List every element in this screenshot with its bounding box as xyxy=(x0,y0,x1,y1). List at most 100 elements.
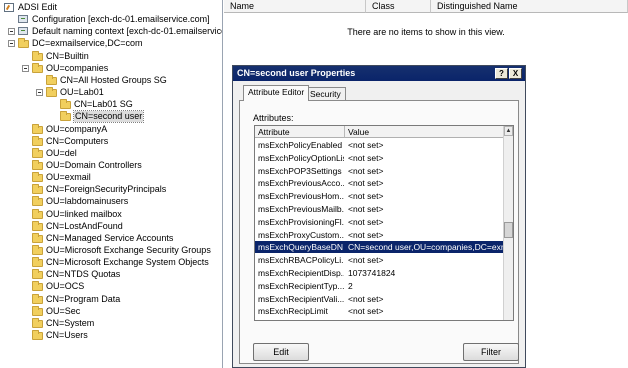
tree-item-label: OU=labdomainusers xyxy=(46,196,129,207)
tree-item-label: ADSI Edit xyxy=(18,2,58,12)
tree-item[interactable]: OU=companies xyxy=(22,62,108,74)
attribute-value: 1073741824 xyxy=(348,268,396,278)
tree-item-label: CN=NTDS Quotas xyxy=(46,269,121,280)
folder-icon xyxy=(32,245,44,255)
attribute-row[interactable]: msExchPreviousHom... <not set> xyxy=(255,190,505,202)
attribute-name: msExchPreviousMailb... xyxy=(258,204,344,214)
attribute-row[interactable]: msExchProxyCustom... <not set> xyxy=(255,229,505,241)
tree-item[interactable]: OU=labdomainusers xyxy=(32,196,128,207)
attribute-row[interactable]: msExchPolicyOptionList <not set> xyxy=(255,152,505,164)
scroll-thumb[interactable] xyxy=(504,222,513,238)
attribute-value: 2 xyxy=(348,280,353,291)
tree-item[interactable]: OU=del xyxy=(32,147,77,159)
edit-button[interactable]: Edit xyxy=(253,343,309,361)
collapse-toggle-icon[interactable] xyxy=(22,64,29,72)
tree-item[interactable]: Configuration [exch-dc-01.emailservice.c… xyxy=(18,14,210,25)
tree-item[interactable]: CN=LostAndFound xyxy=(32,220,123,232)
grid-header-value[interactable]: Value xyxy=(345,126,505,138)
tree-item[interactable]: OU=Lab01 xyxy=(36,87,104,98)
attribute-row[interactable]: msExchPOP3Settings <not set> xyxy=(255,165,505,177)
tree-item[interactable]: CN=Lab01 SG xyxy=(60,99,133,110)
tree-item[interactable]: OU=exmail xyxy=(32,172,91,183)
tree-item-label: OU=Domain Controllers xyxy=(46,159,142,170)
tree-item[interactable]: CN=Users xyxy=(32,330,88,341)
attribute-name: msExchRecipLimit xyxy=(258,306,328,317)
filter-button[interactable]: Filter xyxy=(463,343,519,361)
attribute-name: msExchPOP3Settings xyxy=(258,165,342,176)
help-button[interactable]: ? xyxy=(495,68,508,79)
attributes-grid[interactable]: Attribute Value msExchPolicyEnabled <not … xyxy=(254,125,514,321)
folder-icon xyxy=(32,269,44,280)
tree-item[interactable]: CN=System xyxy=(32,317,95,329)
tree-item[interactable]: CN=Computers xyxy=(32,135,108,147)
attributes-label: Attributes: xyxy=(253,113,294,123)
column-header-class[interactable]: Class xyxy=(366,0,431,13)
attribute-value: <not set> xyxy=(348,152,384,163)
grid-header-attribute[interactable]: Attribute xyxy=(255,126,345,138)
folder-icon xyxy=(32,147,44,158)
tree-item-label: OU=OCS xyxy=(46,281,85,292)
column-header-distinguished-name[interactable]: Distinguished Name xyxy=(431,0,628,13)
tree-item-label: Configuration [exch-dc-01.emailservice.c… xyxy=(32,14,210,25)
tree-item[interactable]: CN=second user xyxy=(60,110,145,124)
tree-item[interactable]: OU=Microsoft Exchange Security Groups xyxy=(32,245,211,256)
folder-icon xyxy=(46,87,58,98)
tree-item[interactable]: DC=exmailservice,DC=com xyxy=(8,38,143,49)
collapse-toggle-icon[interactable] xyxy=(36,89,43,97)
folder-icon xyxy=(32,257,44,268)
folder-icon xyxy=(60,111,72,122)
attribute-row[interactable]: msExchQueryBaseDN CN=second user,OU=compa… xyxy=(255,241,505,254)
tree-item[interactable]: OU=companyA xyxy=(32,123,107,135)
tree-item[interactable]: OU=Sec xyxy=(32,305,81,317)
attribute-name: msExchPolicyEnabled xyxy=(258,140,343,150)
tree-item[interactable]: OU=Domain Controllers xyxy=(32,159,142,171)
tree-item-label: OU=Sec xyxy=(46,305,81,316)
tree-item[interactable]: Default naming context [exch-dc-01.email… xyxy=(8,26,222,37)
tree-item-label: OU=exmail xyxy=(46,172,91,183)
tree-item[interactable]: CN=ForeignSecurityPrincipals xyxy=(32,184,166,195)
tab-attribute-editor[interactable]: Attribute Editor xyxy=(243,85,310,101)
folder-icon xyxy=(32,196,44,207)
attribute-row[interactable]: msExchProvisioningFl... <not set> xyxy=(255,216,505,228)
tree-item[interactable]: CN=NTDS Quotas xyxy=(32,269,120,280)
tree-item-label: CN=LostAndFound xyxy=(46,220,123,231)
attribute-row[interactable]: msExchRecipLimit <not set> xyxy=(255,305,505,317)
dialog-title-bar[interactable]: CN=second user Properties xyxy=(233,66,525,81)
scroll-up-icon[interactable]: ▲ xyxy=(504,126,513,136)
tree-item-label: CN=Program Data xyxy=(46,293,121,304)
tree-item[interactable]: CN=Program Data xyxy=(32,293,121,305)
tree-item-label: CN=second user xyxy=(72,110,145,124)
attribute-row[interactable]: msExchPolicyEnabled <not set> xyxy=(255,139,505,151)
attribute-name: msExchRBACPolicyLi... xyxy=(258,255,344,266)
attribute-name: msExchRecipientDisp... xyxy=(258,268,344,278)
close-button[interactable]: X xyxy=(509,68,522,79)
tree-pane[interactable]: ADSI Edit Configuration [exch-dc-01.email… xyxy=(0,0,223,368)
attribute-row[interactable]: msExchRecipientVali... <not set> xyxy=(255,293,505,305)
grid-vertical-scrollbar[interactable]: ▲ xyxy=(503,126,513,320)
tree-item[interactable]: CN=Builtin xyxy=(32,50,89,62)
attribute-row[interactable]: msExchRBACPolicyLi... <not set> xyxy=(255,254,505,266)
tree-item[interactable]: CN=All Hosted Groups SG xyxy=(46,74,167,86)
tree-item-label: OU=linked mailbox xyxy=(46,208,122,219)
tab-security[interactable]: Security xyxy=(305,87,346,101)
tree-item[interactable]: ADSI Edit xyxy=(4,2,57,13)
attribute-row[interactable]: msExchPreviousMailb... <not set> xyxy=(255,203,505,215)
tree-item[interactable]: OU=OCS xyxy=(32,281,84,292)
tree-item[interactable]: CN=Microsoft Exchange System Objects xyxy=(32,257,209,268)
tree-item-label: OU=del xyxy=(46,147,77,158)
collapse-toggle-icon[interactable] xyxy=(8,28,15,36)
folder-icon xyxy=(32,232,44,243)
column-header-name[interactable]: Name xyxy=(224,0,366,13)
attribute-row[interactable]: msExchRecipientDisp... 1073741824 xyxy=(255,267,505,279)
tree-item-label: CN=Managed Service Accounts xyxy=(46,232,174,243)
folder-icon xyxy=(32,208,44,219)
attribute-name: msExchPolicyOptionList xyxy=(258,152,344,163)
collapse-toggle-icon[interactable] xyxy=(8,40,15,48)
dialog-title: CN=second user Properties xyxy=(237,68,356,78)
tree-item[interactable]: OU=linked mailbox xyxy=(32,208,122,220)
folder-icon xyxy=(32,281,44,292)
attribute-row[interactable]: msExchPreviousAcco... <not set> xyxy=(255,177,505,189)
tree-item-label: CN=System xyxy=(46,317,95,328)
tree-item[interactable]: CN=Managed Service Accounts xyxy=(32,232,174,244)
attribute-row[interactable]: msExchRecipientTyp... 2 xyxy=(255,280,505,292)
